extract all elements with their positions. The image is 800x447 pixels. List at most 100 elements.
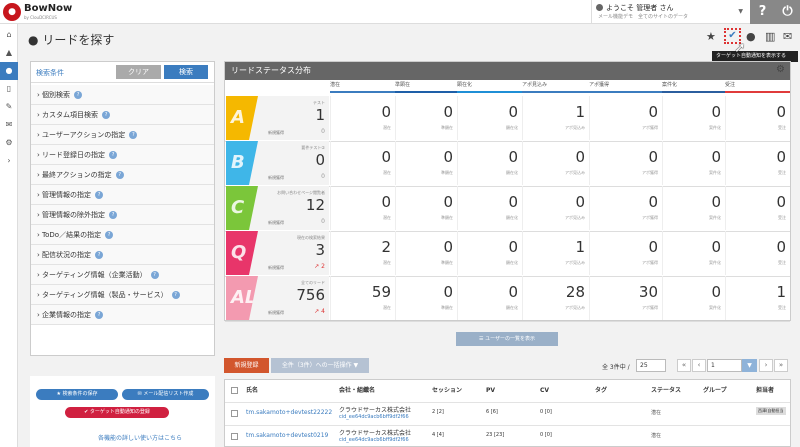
column-header[interactable]: セッション: [432, 380, 462, 402]
mail-icon[interactable]: ✉: [0, 116, 18, 134]
status-row[interactable]: C お問い合わせページ閲覧者 12 新規獲得 0 0 潜在 0 準顕在 0 顕在化 0 アポ見込み 0 アポ…: [225, 185, 790, 232]
logout-button[interactable]: ⏻: [775, 0, 800, 24]
clear-button[interactable]: クリア: [116, 65, 161, 79]
criteria-item[interactable]: › ToDo／結果の指定?: [31, 225, 214, 245]
status-tile[interactable]: A テスト 1 新規獲得 0: [226, 96, 329, 140]
row-checkbox[interactable]: [231, 410, 238, 417]
help-button[interactable]: ?: [750, 0, 775, 24]
status-cell[interactable]: 0 準顕在: [395, 96, 457, 140]
status-cell[interactable]: 0 準顕在: [395, 276, 457, 320]
criteria-item[interactable]: › 管理情報の除外指定?: [31, 205, 214, 225]
status-cell[interactable]: 0 案件化: [662, 141, 725, 185]
status-cell[interactable]: 0 受注: [725, 186, 790, 230]
bulk-action-button[interactable]: 全件（3件）への一括操作 ▼: [271, 358, 369, 373]
status-cell[interactable]: 0 アポ獲得: [589, 231, 662, 275]
company-id[interactable]: cid_ee64dc9acb6bff9df2f66: [339, 414, 409, 420]
criteria-item[interactable]: › リード登録日の指定?: [31, 145, 214, 165]
status-cell[interactable]: 0 アポ見込み: [522, 141, 589, 185]
status-cell[interactable]: 1 アポ見込み: [522, 231, 589, 275]
next-page-button[interactable]: ›: [759, 359, 773, 372]
column-header[interactable]: タグ: [595, 380, 607, 402]
status-cell[interactable]: 0 案件化: [662, 96, 725, 140]
page-size-select[interactable]: 25: [636, 359, 666, 372]
page-number-input[interactable]: 1: [707, 359, 742, 372]
criteria-item[interactable]: › カスタム項目検索?: [31, 105, 214, 125]
criteria-item[interactable]: › 企業情報の指定?: [31, 305, 214, 325]
help-icon[interactable]: ?: [95, 251, 104, 259]
status-cell[interactable]: 0 アポ獲得: [589, 96, 662, 140]
home-icon[interactable]: ⌂: [0, 26, 18, 44]
edit-icon[interactable]: ✎: [0, 98, 18, 116]
lead-name-link[interactable]: tm.sakamoto+devtest22222: [246, 409, 332, 416]
show-user-list-button[interactable]: ☰ ユーザーの一覧を表示: [456, 332, 558, 346]
status-cell[interactable]: 0 潜在: [330, 141, 395, 185]
table-row[interactable]: tm.sakamoto+devtest0219 クラウドサーカス株式会社 cid_e…: [225, 425, 790, 446]
bownow-logo[interactable]: ●: [3, 3, 21, 21]
create-mail-list-button[interactable]: ✉ メール配信リスト作成: [122, 389, 209, 400]
status-cell[interactable]: 0 受注: [725, 141, 790, 185]
help-icon[interactable]: ?: [109, 151, 118, 159]
help-icon[interactable]: ?: [74, 91, 83, 99]
status-tile[interactable]: C お問い合わせページ閲覧者 12 新規獲得 0: [226, 186, 329, 230]
user-menu[interactable]: ようこそ 管理者 さん メール機能デモ 全てのサイトのデータ ▼: [591, 0, 747, 24]
help-link[interactable]: 各機能の詳しい使い方はこちら: [98, 433, 182, 442]
status-cell[interactable]: 30 アポ獲得: [589, 276, 662, 320]
status-cell[interactable]: 0 準顕在: [395, 186, 457, 230]
status-row[interactable]: Q 現在の検索結果 3 新規獲得 ↗ 2 2 潜在 0 準顕在 0 顕在化 1 アポ見込み 0 アポ獲得 0 案…: [225, 230, 790, 277]
chart-icon[interactable]: ▲: [0, 44, 18, 62]
person-icon[interactable]: ●: [746, 30, 756, 43]
status-cell[interactable]: 0 アポ獲得: [589, 141, 662, 185]
help-icon[interactable]: ?: [95, 311, 104, 319]
status-cell[interactable]: 0 顕在化: [457, 186, 522, 230]
status-cell[interactable]: 0 潜在: [330, 186, 395, 230]
status-cell[interactable]: 1 アポ見込み: [522, 96, 589, 140]
status-cell[interactable]: 0 アポ獲得: [589, 186, 662, 230]
company-name[interactable]: クラウドサーカス株式会社: [339, 405, 411, 414]
status-cell[interactable]: 0 アポ見込み: [522, 186, 589, 230]
register-target-button[interactable]: ✔ ターゲット自動通知の登録: [65, 407, 169, 418]
status-cell[interactable]: 59 潜在: [330, 276, 395, 320]
status-cell[interactable]: 0 顕在化: [457, 276, 522, 320]
status-row[interactable]: B 要件テスト② 0 新規獲得 0 0 潜在 0 準顕在 0 顕在化 0 アポ見込み 0 アポ獲得 0 案件化 0…: [225, 140, 790, 187]
status-cell[interactable]: 1 受注: [725, 276, 790, 320]
status-cell[interactable]: 0 顕在化: [457, 141, 522, 185]
row-checkbox[interactable]: [231, 433, 238, 440]
help-icon[interactable]: ?: [129, 131, 138, 139]
document-icon[interactable]: ▯: [0, 80, 18, 98]
help-icon[interactable]: ?: [171, 291, 180, 299]
status-tile[interactable]: Q 現在の検索結果 3 新規獲得 ↗ 2: [226, 231, 329, 275]
status-row[interactable]: ALL 全てのリード 756 新規獲得 ↗ 4 59 潜在 0 準顕在 0 顕在化 28 アポ見込み 30…: [225, 275, 790, 322]
star-icon[interactable]: ★: [706, 30, 716, 43]
new-register-button[interactable]: 新規登録: [224, 358, 269, 373]
building-icon[interactable]: ▥: [765, 30, 775, 43]
criteria-item[interactable]: › ユーザーアクションの指定?: [31, 125, 214, 145]
status-cell[interactable]: 0 潜在: [330, 96, 395, 140]
save-conditions-button[interactable]: ★ 検索条件の保存: [36, 389, 118, 400]
column-header[interactable]: PV: [486, 380, 495, 402]
column-header[interactable]: 氏名: [246, 380, 258, 402]
status-cell[interactable]: 0 準顕在: [395, 231, 457, 275]
status-cell[interactable]: 0 案件化: [662, 276, 725, 320]
status-cell[interactable]: 2 潜在: [330, 231, 395, 275]
table-row[interactable]: tm.sakamoto+devtest22222 クラウドサーカス株式会社 cid_…: [225, 402, 790, 424]
company-id[interactable]: cid_ee64dc9acb6bff9df2f66: [339, 437, 409, 443]
column-header[interactable]: 会社・組織名: [339, 380, 375, 402]
prev-page-button[interactable]: ‹: [692, 359, 706, 372]
lead-name-link[interactable]: tm.sakamoto+devtest0219: [246, 432, 328, 439]
search-button[interactable]: 検索: [164, 65, 208, 79]
status-cell[interactable]: 0 案件化: [662, 231, 725, 275]
column-header[interactable]: ステータス: [651, 380, 681, 402]
help-icon[interactable]: ?: [109, 211, 118, 219]
status-tile[interactable]: B 要件テスト② 0 新規獲得 0: [226, 141, 329, 185]
column-header[interactable]: グループ: [703, 380, 727, 402]
gear-icon[interactable]: ⚙: [0, 134, 18, 152]
company-name[interactable]: クラウドサーカス株式会社: [339, 428, 411, 437]
criteria-item[interactable]: › 個別検索?: [31, 85, 214, 105]
select-all-checkbox[interactable]: [231, 387, 238, 394]
status-row[interactable]: A テスト 1 新規獲得 0 0 潜在 0 準顕在 0 顕在化 1 アポ見込み 0 アポ獲得 0 案件化 0 受注: [225, 95, 790, 142]
last-page-button[interactable]: »: [774, 359, 788, 372]
status-cell[interactable]: 0 案件化: [662, 186, 725, 230]
criteria-item[interactable]: › ターゲティング情報（製品・サービス）?: [31, 285, 214, 305]
mail-icon[interactable]: ✉: [783, 30, 792, 43]
help-icon[interactable]: ?: [102, 111, 111, 119]
